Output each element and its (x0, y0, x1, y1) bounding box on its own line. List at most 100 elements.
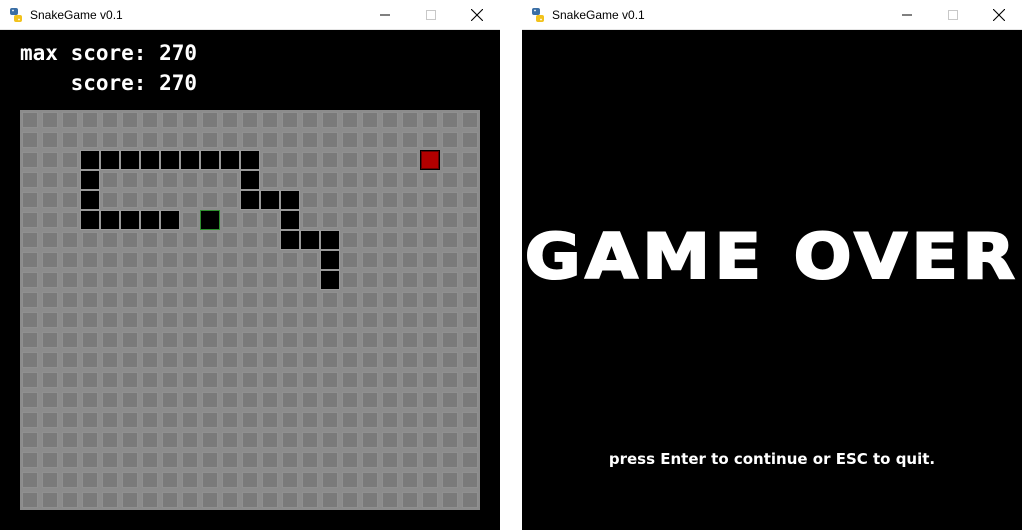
board-cell (20, 490, 40, 510)
board-cell (280, 410, 300, 430)
board-cell (60, 270, 80, 290)
board-cell (280, 250, 300, 270)
board-cell (120, 310, 140, 330)
board-cell (260, 250, 280, 270)
board-cell (60, 450, 80, 470)
board-cell (20, 190, 40, 210)
board-cell (460, 350, 480, 370)
board-cell (140, 110, 160, 130)
board-cell (440, 330, 460, 350)
board-cell (200, 190, 220, 210)
board-cell (400, 410, 420, 430)
snake-segment (80, 210, 100, 230)
board-cell (260, 150, 280, 170)
board-cell (120, 250, 140, 270)
title-bar[interactable]: SnakeGame v0.1 (522, 0, 1022, 30)
board-cell (440, 150, 460, 170)
board-cell (180, 170, 200, 190)
board-cell (360, 170, 380, 190)
maximize-button[interactable] (408, 0, 454, 30)
snake-segment (320, 270, 340, 290)
board-cell (380, 350, 400, 370)
board-cell (160, 290, 180, 310)
board-cell (60, 110, 80, 130)
board-cell (80, 350, 100, 370)
board-cell (20, 210, 40, 230)
food-item (420, 150, 440, 170)
snake-segment (160, 150, 180, 170)
board-cell (220, 110, 240, 130)
board-cell (40, 350, 60, 370)
board-cell (100, 350, 120, 370)
board-cell (340, 230, 360, 250)
minimize-button[interactable] (362, 0, 408, 30)
maximize-button[interactable] (930, 0, 976, 30)
board-cell (300, 450, 320, 470)
board-cell (160, 410, 180, 430)
board-cell (300, 410, 320, 430)
board-cell (360, 370, 380, 390)
max-score-value: 270 (159, 41, 198, 65)
board-cell (320, 450, 340, 470)
board-cell (440, 270, 460, 290)
board-cell (300, 270, 320, 290)
board-cell (220, 130, 240, 150)
board-cell (440, 450, 460, 470)
snake-segment (220, 150, 240, 170)
board-cell (180, 190, 200, 210)
close-button[interactable] (976, 0, 1022, 30)
board-cell (400, 310, 420, 330)
board-cell (20, 110, 40, 130)
board-cell (140, 390, 160, 410)
board-cell (400, 270, 420, 290)
board-cell (100, 330, 120, 350)
minimize-button[interactable] (884, 0, 930, 30)
board-cell (140, 490, 160, 510)
board-cell (160, 110, 180, 130)
board-cell (460, 390, 480, 410)
board-cell (220, 330, 240, 350)
board-cell (300, 430, 320, 450)
maximize-icon (426, 10, 436, 20)
minimize-icon (902, 10, 912, 20)
board-cell (120, 450, 140, 470)
board-cell (180, 310, 200, 330)
board-cell (340, 270, 360, 290)
board-cell (340, 130, 360, 150)
board-cell (60, 390, 80, 410)
board-cell (100, 110, 120, 130)
board-cell (80, 370, 100, 390)
board-cell (100, 370, 120, 390)
board-cell (460, 470, 480, 490)
board-cell (280, 170, 300, 190)
board-cell (360, 330, 380, 350)
board-cell (160, 450, 180, 470)
board-cell (460, 190, 480, 210)
board-cell (220, 270, 240, 290)
snake-segment (240, 150, 260, 170)
title-bar[interactable]: SnakeGame v0.1 (0, 0, 500, 30)
snake-segment (80, 190, 100, 210)
board-cell (360, 490, 380, 510)
board-cell (120, 490, 140, 510)
board-cell (40, 310, 60, 330)
close-button[interactable] (454, 0, 500, 30)
board-cell (100, 450, 120, 470)
board-cell (320, 290, 340, 310)
board-cell (340, 430, 360, 450)
board-cell (200, 270, 220, 290)
board-cell (140, 270, 160, 290)
board-cell (440, 170, 460, 190)
board-cell (280, 130, 300, 150)
board-cell (60, 130, 80, 150)
board-cell (420, 390, 440, 410)
board-cell (320, 330, 340, 350)
board-cell (80, 130, 100, 150)
board-cell (380, 190, 400, 210)
board-cell (460, 170, 480, 190)
board-cell (300, 170, 320, 190)
board-cell (20, 250, 40, 270)
board-cell (380, 230, 400, 250)
board-cell (220, 190, 240, 210)
board-cell (440, 390, 460, 410)
